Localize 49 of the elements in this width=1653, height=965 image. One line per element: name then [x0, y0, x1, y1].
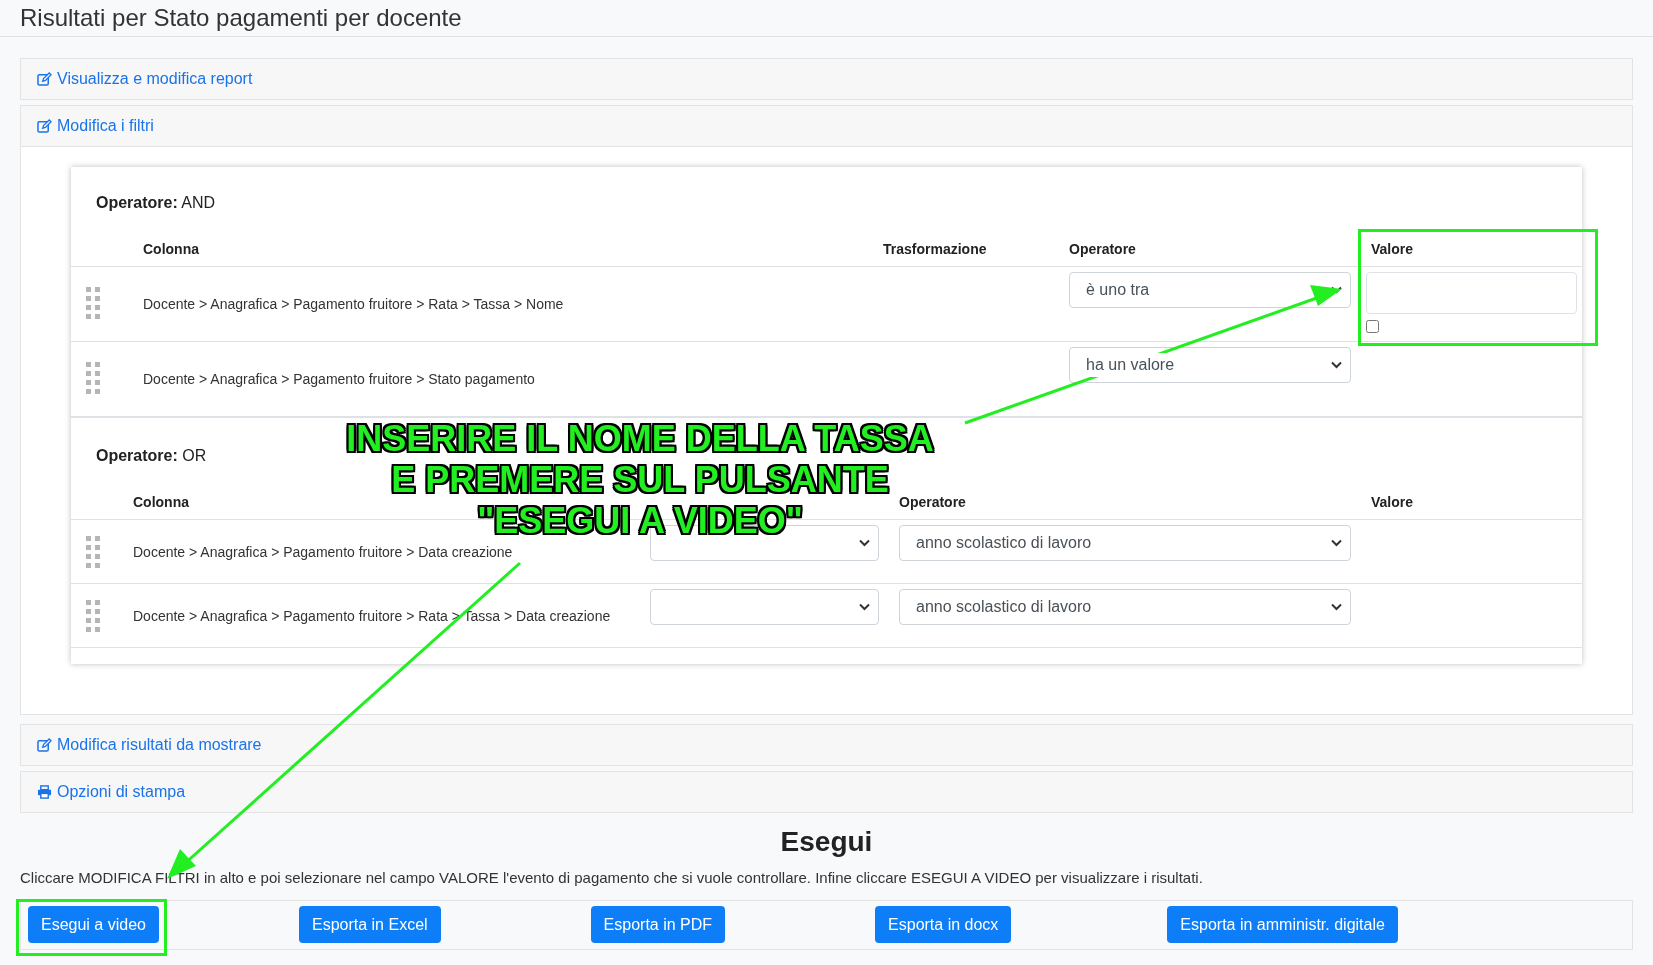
printer-icon	[37, 785, 52, 799]
panel-header[interactable]: Visualizza e modifica report	[20, 58, 1633, 100]
column-header: Valore	[1371, 494, 1414, 510]
chevron-down-icon	[1331, 539, 1342, 547]
panel-link[interactable]: Modifica risultati da mostrare	[57, 733, 262, 757]
dropdown-select[interactable]: è uno tra	[1069, 272, 1351, 308]
chevron-down-icon	[859, 539, 870, 547]
drag-handle-icon[interactable]	[86, 536, 100, 568]
dropdown-select[interactable]: anno scolastico di lavoro	[899, 525, 1351, 561]
column-header: Colonna	[143, 241, 199, 257]
edit-icon	[37, 72, 52, 86]
operator-label: Operatore: OR	[96, 447, 207, 464]
column-header: Valore	[1371, 241, 1414, 257]
section-heading: Esegui	[780, 825, 873, 859]
drag-handle-icon[interactable]	[86, 362, 100, 394]
action-button[interactable]: Esporta in amministr. digitale	[1167, 906, 1398, 943]
drag-handle-icon[interactable]	[86, 600, 100, 632]
column-path: Docente > Anagrafica > Pagamento fruitore > Rata > Tassa > Nome	[143, 296, 564, 312]
action-button[interactable]: Esporta in Excel	[298, 906, 441, 943]
panel-link[interactable]: Visualizza e modifica report	[57, 67, 253, 91]
value-input[interactable]	[1366, 272, 1577, 314]
drag-handle-icon[interactable]	[86, 287, 100, 319]
action-button[interactable]: Esporta in docx	[875, 906, 1012, 943]
column-path: Docente > Anagrafica > Pagamento fruitore > Stato pagamento	[143, 371, 535, 387]
dropdown-select[interactable]: ha un valore	[1069, 347, 1351, 383]
column-path: Docente > Anagrafica > Pagamento fruitore > Data creazione	[133, 544, 513, 560]
action-button[interactable]: Esporta in PDF	[590, 906, 726, 943]
panel-header[interactable]: Modifica i filtri	[20, 105, 1633, 147]
operator-label: Operatore: AND	[96, 194, 216, 211]
annotation-text: E PREMERE SUL PULSANTE	[391, 459, 889, 500]
column-header: Operatore	[899, 494, 966, 510]
annotation-text: INSERIRE IL NOME DELLA TASSA	[346, 418, 934, 459]
action-button[interactable]: Esegui a video	[28, 906, 159, 943]
edit-icon	[37, 119, 52, 133]
panel-link[interactable]: Opzioni di stampa	[57, 780, 186, 804]
dropdown-select[interactable]: anno scolastico di lavoro	[899, 589, 1351, 625]
chevron-down-icon	[1331, 361, 1342, 369]
page-title: Risultati per Stato pagamenti per docente	[20, 3, 462, 33]
column-header: Operatore	[1069, 241, 1136, 257]
edit-icon	[37, 738, 52, 752]
chevron-down-icon	[1331, 603, 1342, 611]
column-header: Trasformazione	[883, 241, 987, 257]
column-header: Colonna	[133, 494, 189, 510]
annotation-text: "ESEGUI A VIDEO"	[477, 500, 803, 541]
panel-header[interactable]: Opzioni di stampa	[20, 771, 1633, 813]
panel-link[interactable]: Modifica i filtri	[57, 114, 154, 138]
chevron-down-icon	[859, 603, 870, 611]
checkbox[interactable]	[1366, 320, 1379, 333]
panel-header[interactable]: Modifica risultati da mostrare	[20, 724, 1633, 766]
